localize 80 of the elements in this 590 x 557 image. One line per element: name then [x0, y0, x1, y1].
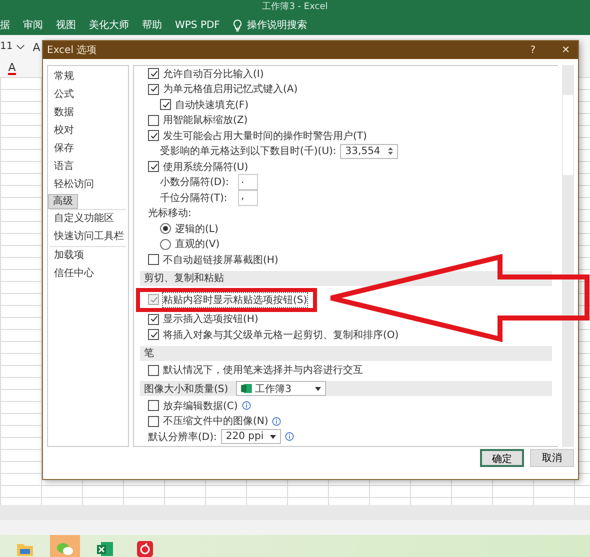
dialog-button[interactable]: 取消 — [530, 449, 574, 467]
font-size-dropdown[interactable]: 11 — [0, 41, 25, 52]
ribbon-tab[interactable]: 据 — [0, 18, 10, 32]
option-label: 将插入对象与其父级单元格一起剪切、复制和排序(O) — [163, 328, 399, 342]
checkbox[interactable] — [148, 114, 159, 126]
option-label: 粘贴内容时显示粘贴选项按钮(S) — [163, 292, 308, 306]
lightbulb-icon — [232, 18, 242, 32]
field-label: 千位分隔符(T): — [160, 192, 228, 205]
checkbox[interactable] — [148, 130, 159, 142]
sidebar-item[interactable]: 校对 — [48, 122, 128, 140]
sidebar-item[interactable]: 高级 — [48, 194, 78, 209]
checkbox[interactable] — [160, 99, 171, 110]
separator-field[interactable]: , — [238, 190, 258, 206]
sidebar-item[interactable]: 语言 — [48, 158, 128, 176]
checkbox[interactable] — [148, 314, 159, 325]
checkbox[interactable] — [148, 400, 159, 412]
sidebar-item[interactable]: 数据 — [48, 104, 128, 122]
option-label: 默认分辨率(D): — [148, 430, 217, 444]
field-label: 受影响的单元格达到以下数目时(千)(U): — [160, 144, 336, 158]
ribbon-tab[interactable]: 帮助 — [142, 18, 162, 32]
spreadsheet-app-icon[interactable] — [97, 541, 113, 557]
option-label: 显示插入选项按钮(H) — [163, 312, 258, 326]
ribbon-tab[interactable]: WPS PDF — [175, 20, 220, 30]
radio-button[interactable] — [160, 238, 171, 250]
sidebar-item[interactable]: 信任中心 — [48, 265, 128, 283]
sidebar-item[interactable]: 加载项 — [48, 247, 128, 265]
checkbox[interactable] — [148, 84, 159, 95]
caret-icon — [270, 434, 276, 439]
checkbox[interactable] — [148, 364, 159, 376]
option-label: 用智能鼠标缩放(Z) — [163, 114, 248, 128]
sidebar-item[interactable]: 保存 — [48, 140, 128, 158]
sidebar-item[interactable]: 自定义功能区 — [48, 210, 128, 228]
window-title: 工作簿3 - Excel — [261, 0, 329, 13]
option-label: 为单元格值启用记忆式键入(A) — [163, 82, 298, 96]
checkbox[interactable] — [148, 254, 159, 266]
option-label: 放弃编辑数据(C) — [163, 400, 238, 413]
option-label: 不压缩文件中的图像(N) — [163, 414, 268, 428]
checkbox[interactable] — [148, 68, 159, 80]
close-button[interactable]: ✕ — [558, 44, 574, 56]
sidebar-item[interactable]: 轻松访问 — [48, 176, 128, 194]
ribbon-tab[interactable]: 审阅 — [23, 18, 43, 32]
grow-font-button[interactable]: A — [32, 41, 40, 54]
section-title: 笔 — [144, 347, 154, 360]
checkbox[interactable] — [148, 329, 159, 340]
option-label: 直观的(V) — [175, 238, 220, 252]
ribbon-tab[interactable]: 美化大师 — [89, 18, 129, 32]
caret-icon — [315, 386, 322, 390]
sidebar-item[interactable]: 常规 — [48, 68, 128, 86]
spreadsheet-file-icon — [241, 384, 252, 393]
help-button[interactable]: ? — [526, 44, 540, 56]
option-label: 默认情况下，使用笔来选择并与内容进行交互 — [163, 364, 363, 378]
resolution-dropdown[interactable]: 220 ppi — [220, 429, 281, 444]
spin-arrows-icon — [388, 147, 394, 156]
checkbox[interactable] — [148, 161, 159, 172]
font-color-button[interactable]: A — [8, 61, 16, 75]
vertical-scrollbar[interactable] — [562, 65, 574, 447]
ribbon-tab[interactable]: 视图 — [56, 18, 76, 32]
tell-me-search[interactable]: 操作说明搜索 — [246, 18, 307, 32]
separator-field[interactable]: . — [238, 174, 258, 190]
chevron-icon — [16, 44, 25, 50]
dialog-title: Excel 选项 — [47, 44, 97, 57]
folder-icon[interactable] — [17, 542, 33, 556]
option-label: 使用系统分隔符(U) — [163, 160, 248, 174]
option-label: 允许自动百分比输入(I) — [163, 68, 264, 81]
option-label: 逻辑的(L) — [175, 222, 218, 236]
radio-button[interactable] — [160, 223, 171, 234]
sidebar-item[interactable]: 快速访问工具栏 — [48, 228, 128, 246]
checkbox[interactable] — [148, 416, 159, 427]
option-label: 光标移动: — [148, 206, 192, 220]
option-label: 自动快速填充(F) — [175, 98, 249, 112]
dialog-button[interactable]: 确定 — [480, 449, 524, 467]
option-label: 不自动超链接屏幕截图(H) — [163, 254, 278, 267]
section-title: 剪切、复制和粘贴 — [144, 272, 224, 285]
field-label: 小数分隔符(D): — [160, 176, 230, 190]
workbook-dropdown[interactable]: 工作簿3 — [236, 381, 326, 396]
music-app-icon[interactable] — [137, 541, 153, 557]
number-spinner[interactable]: 33,554 — [340, 144, 398, 159]
sidebar-item[interactable]: 公式 — [48, 86, 128, 104]
section-title: 图像大小和质量(S) — [144, 382, 228, 396]
option-label: 发生可能会占用大量时间的操作时警告用户(T) — [163, 130, 367, 143]
